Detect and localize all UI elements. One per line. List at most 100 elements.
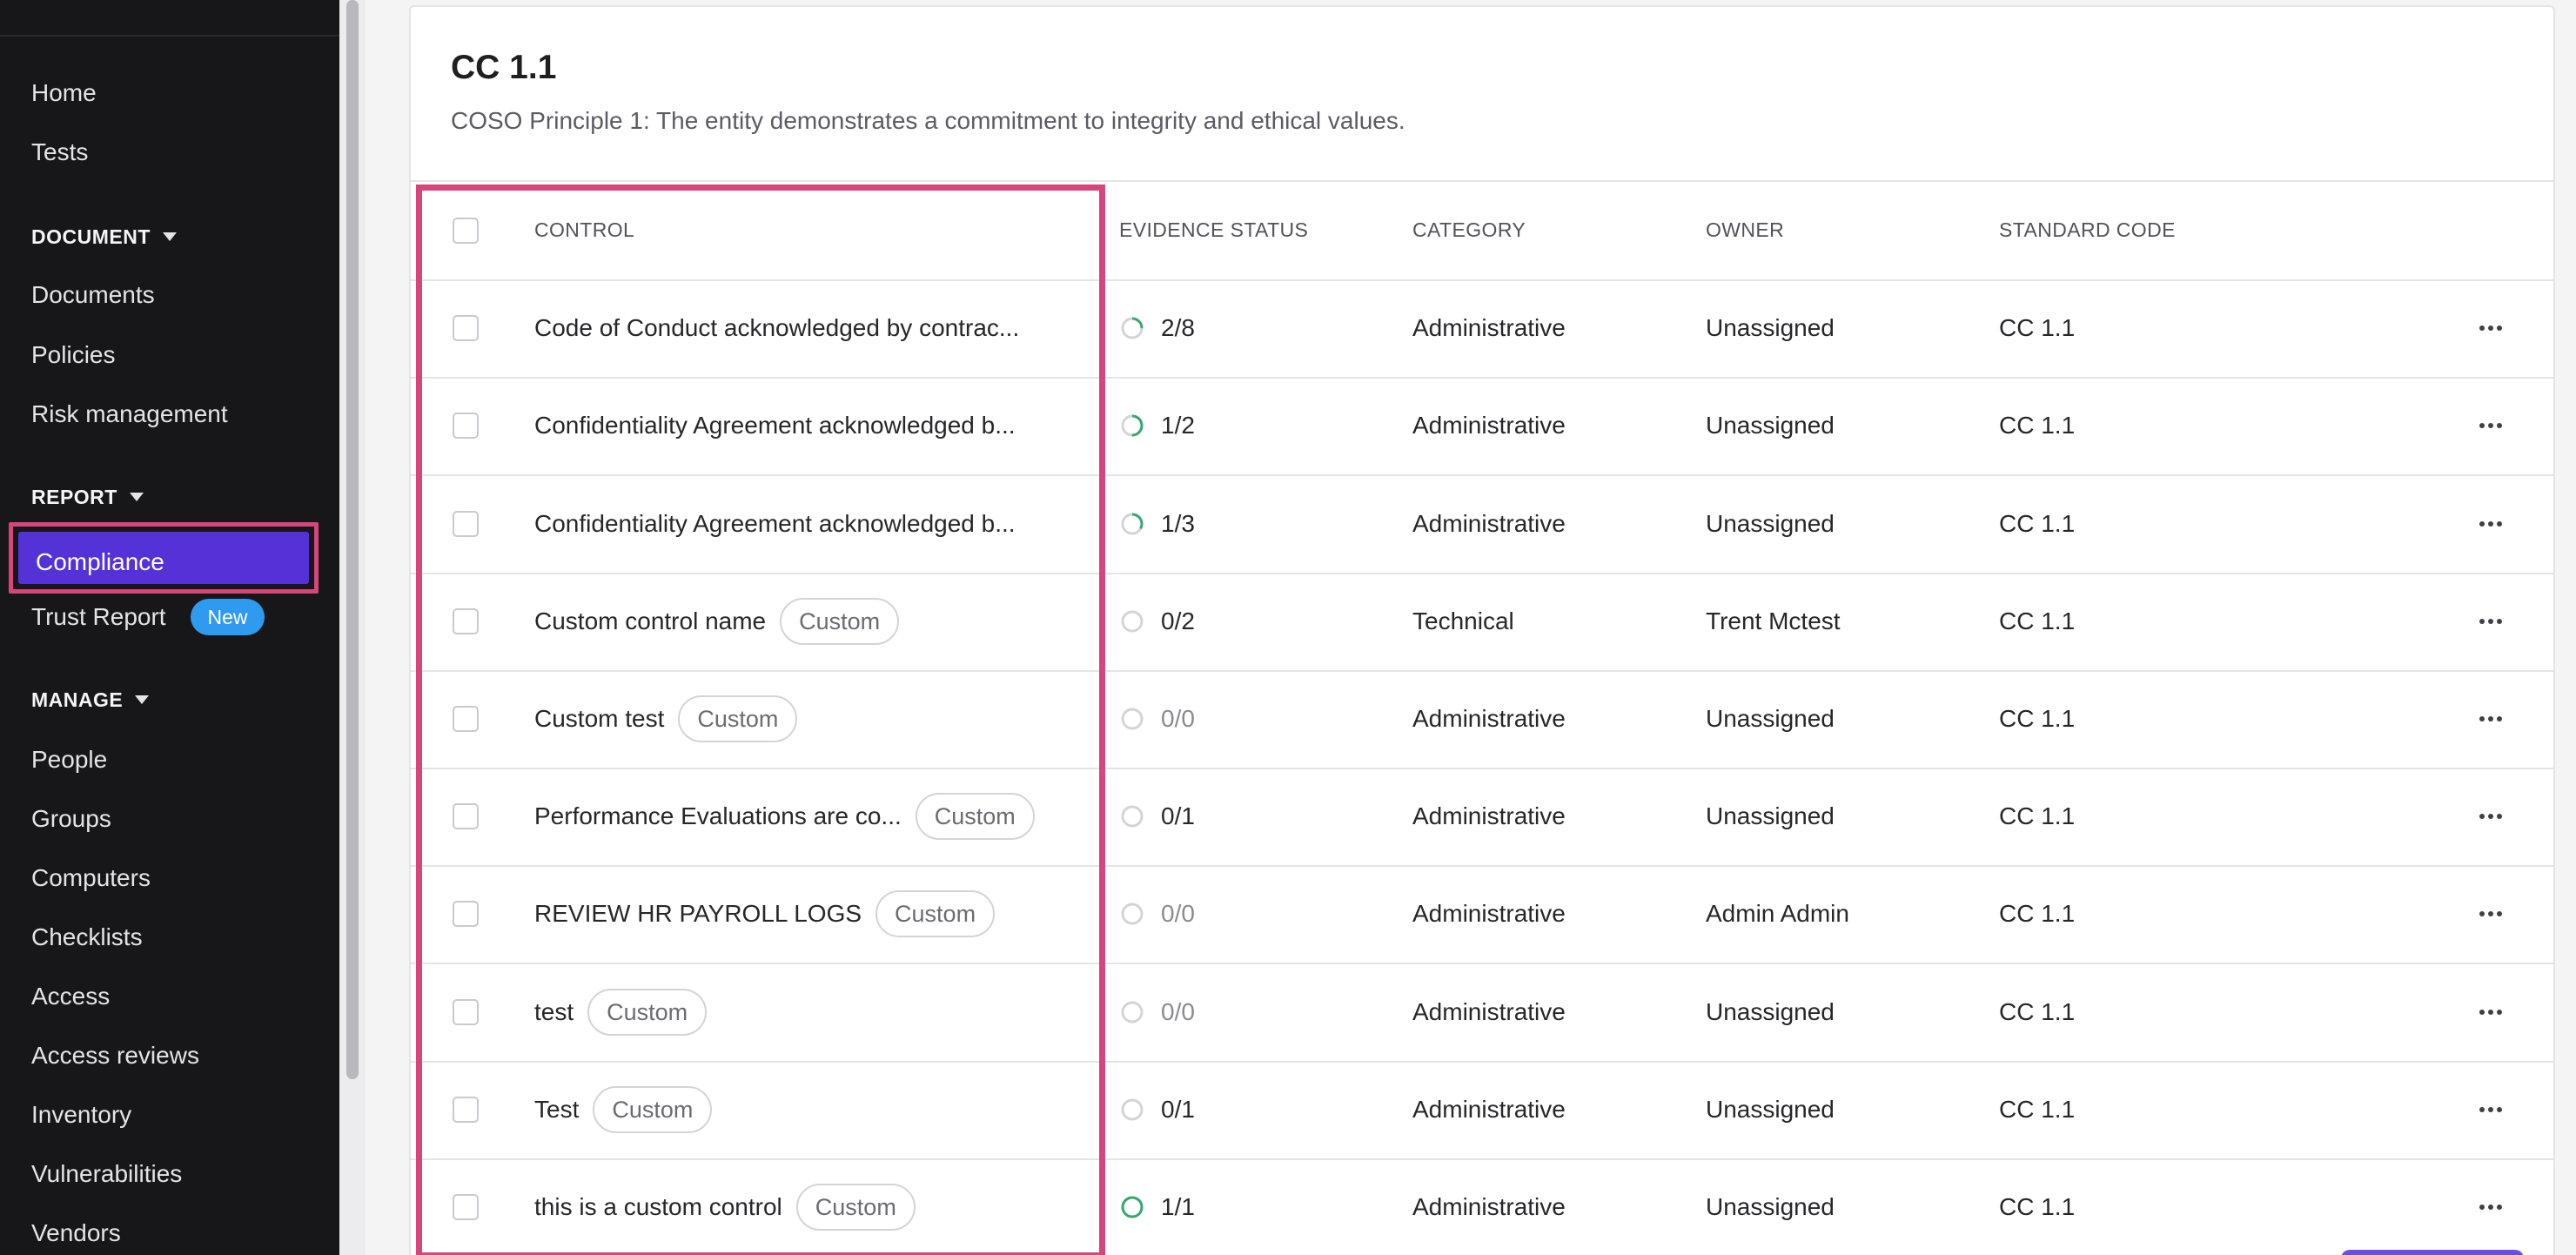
more-options-icon[interactable]	[2479, 421, 2506, 430]
control-name-cell[interactable]: test Custom	[534, 988, 708, 1036]
more-options-icon[interactable]	[2479, 812, 2506, 821]
row-checkbox[interactable]	[453, 705, 479, 732]
page-subtitle: COSO Principle 1: The entity demonstrate…	[451, 107, 1405, 134]
category-cell: Administrative	[1412, 412, 1566, 440]
row-divider	[411, 572, 2553, 574]
row-checkbox[interactable]	[453, 607, 479, 634]
control-name-cell[interactable]: Test Custom	[534, 1085, 713, 1133]
progress-ring-icon	[1121, 1196, 1144, 1218]
row-divider	[411, 377, 2553, 379]
evidence-status[interactable]: 0/0	[1119, 898, 1195, 930]
progress-ring-icon	[1121, 414, 1144, 437]
evidence-count: 0/0	[1161, 997, 1195, 1025]
sidebar-item-home[interactable]: Home	[31, 77, 97, 109]
evidence-count: 0/0	[1161, 704, 1195, 732]
custom-badge: Custom	[780, 597, 900, 645]
control-name: Performance Evaluations are co...	[534, 802, 902, 830]
standard-code-cell: CC 1.1	[1999, 900, 2076, 928]
column-header-control[interactable]: CONTROL	[534, 218, 634, 242]
control-name: Custom control name	[534, 607, 767, 634]
select-all-checkbox[interactable]	[453, 218, 479, 244]
sidebar-item-inventory[interactable]: Inventory	[31, 1099, 131, 1131]
evidence-status[interactable]: 0/2	[1119, 606, 1195, 637]
sidebar-item-vendors[interactable]: Vendors	[31, 1218, 121, 1249]
category-cell: Administrative	[1412, 509, 1566, 537]
row-checkbox[interactable]	[453, 1193, 479, 1220]
sidebar-item-groups[interactable]: Groups	[31, 803, 111, 835]
more-options-icon[interactable]	[2479, 520, 2506, 528]
more-options-icon[interactable]	[2479, 1203, 2506, 1211]
standard-code-cell: CC 1.1	[1999, 997, 2076, 1025]
section-report[interactable]: REPORT	[31, 484, 144, 510]
more-options-icon[interactable]	[2479, 324, 2506, 332]
section-manage[interactable]: MANAGE	[31, 687, 150, 713]
evidence-count: 1/2	[1161, 412, 1195, 440]
more-options-icon[interactable]	[2479, 909, 2506, 918]
row-checkbox[interactable]	[453, 998, 479, 1025]
caret-down-icon	[135, 695, 150, 704]
column-header-category[interactable]: CATEGORY	[1412, 218, 1526, 242]
row-checkbox[interactable]	[453, 315, 479, 342]
control-name-cell[interactable]: Confidentiality Agreement acknowledged b…	[534, 402, 1016, 449]
control-name-cell[interactable]: REVIEW HR PAYROLL LOGS Custom	[534, 890, 996, 938]
evidence-status[interactable]: 2/8	[1119, 312, 1195, 344]
control-name-cell[interactable]: this is a custom control Custom	[534, 1183, 916, 1231]
sidebar-item-label: Compliance	[36, 548, 164, 575]
row-checkbox[interactable]	[453, 803, 479, 830]
sidebar-item-compliance[interactable]: Compliance	[18, 532, 309, 584]
row-checkbox[interactable]	[453, 413, 479, 440]
control-name: Confidentiality Agreement acknowledged b…	[534, 509, 1016, 537]
more-options-icon[interactable]	[2479, 715, 2506, 723]
sidebar-item-policies[interactable]: Policies	[31, 339, 115, 371]
floating-action-button[interactable]	[2341, 1250, 2524, 1255]
row-checkbox[interactable]	[453, 1096, 479, 1123]
sidebar-item-people[interactable]: People	[31, 744, 107, 775]
sidebar-divider	[0, 35, 339, 37]
control-name-cell[interactable]: Custom control name Custom	[534, 597, 900, 645]
control-name: test	[534, 997, 574, 1025]
row-divider	[411, 865, 2553, 868]
evidence-count: 0/2	[1161, 607, 1195, 634]
column-header-owner[interactable]: OWNER	[1706, 218, 1784, 242]
sidebar-item-tests[interactable]: Tests	[31, 137, 88, 168]
sidebar-item-access[interactable]: Access	[31, 981, 110, 1012]
sidebar-item-documents[interactable]: Documents	[31, 279, 155, 311]
row-divider	[411, 1158, 2553, 1160]
control-name-cell[interactable]: Custom test Custom	[534, 695, 798, 742]
control-name-cell[interactable]: Confidentiality Agreement acknowledged b…	[534, 500, 1016, 547]
sidebar: Home Tests DOCUMENT Documents Policies R…	[0, 0, 339, 1255]
row-divider	[411, 279, 2553, 281]
more-options-icon[interactable]	[2479, 617, 2506, 626]
column-header-evidence-status[interactable]: EVIDENCE STATUS	[1119, 218, 1308, 242]
evidence-status[interactable]: 1/1	[1119, 1191, 1195, 1223]
row-checkbox[interactable]	[453, 510, 479, 537]
sidebar-item-computers[interactable]: Computers	[31, 862, 151, 894]
evidence-status[interactable]: 1/3	[1119, 508, 1195, 540]
row-checkbox[interactable]	[453, 901, 479, 928]
evidence-status[interactable]: 0/0	[1119, 997, 1195, 1028]
evidence-status[interactable]: 0/1	[1119, 1094, 1195, 1125]
section-document[interactable]: DOCUMENT	[31, 224, 177, 250]
column-header-standard-code[interactable]: STANDARD CODE	[1999, 218, 2176, 242]
evidence-count: 0/1	[1161, 1095, 1195, 1123]
progress-ring-icon	[1121, 610, 1144, 633]
control-name-cell[interactable]: Performance Evaluations are co... Custom	[534, 793, 1035, 841]
more-options-icon[interactable]	[2479, 1105, 2506, 1114]
more-options-icon[interactable]	[2479, 1008, 2506, 1017]
sidebar-item-access-reviews[interactable]: Access reviews	[31, 1040, 199, 1071]
owner-cell: Unassigned	[1706, 314, 1835, 342]
row-divider	[411, 669, 2553, 672]
evidence-status[interactable]: 0/1	[1119, 801, 1195, 832]
evidence-status[interactable]: 0/0	[1119, 703, 1195, 735]
control-name-cell[interactable]: Code of Conduct acknowledged by contrac.…	[534, 305, 1019, 352]
sidebar-item-trust-report[interactable]: Trust Report	[31, 601, 166, 633]
evidence-status[interactable]: 1/2	[1119, 410, 1195, 441]
sidebar-item-vulnerabilities[interactable]: Vulnerabilities	[31, 1158, 182, 1190]
progress-ring-icon	[1121, 513, 1144, 534]
sidebar-scrollbar-thumb[interactable]	[346, 0, 359, 1079]
row-divider	[411, 474, 2553, 477]
sidebar-item-risk-management[interactable]: Risk management	[31, 399, 228, 430]
sidebar-item-checklists[interactable]: Checklists	[31, 922, 143, 953]
control-name: Confidentiality Agreement acknowledged b…	[534, 412, 1016, 440]
evidence-count: 1/1	[1161, 1192, 1195, 1220]
